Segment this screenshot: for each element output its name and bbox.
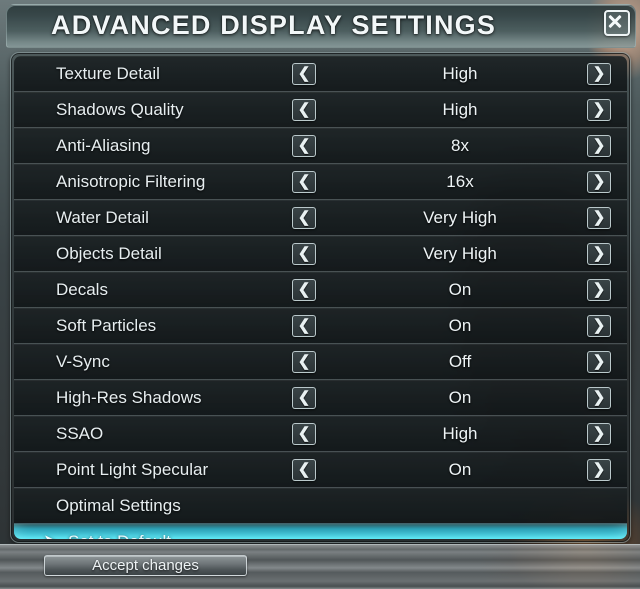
setting-row[interactable]: Soft Particles ❮ On ❯ <box>14 307 627 343</box>
chevron-left-glyph: ❮ <box>297 353 311 370</box>
chevron-right-icon[interactable]: ❯ <box>587 386 611 409</box>
chevron-left-icon[interactable]: ❮ <box>292 314 316 337</box>
chevron-left-glyph: ❮ <box>297 461 311 478</box>
chevron-right-icon[interactable]: ❯ <box>587 278 611 301</box>
setting-row[interactable]: Texture Detail ❮ High ❯ <box>14 56 627 91</box>
setting-label: Water Detail <box>56 207 149 227</box>
settings-panel: Texture Detail ❮ High ❯ Shadows Quality ❮ High… <box>10 52 631 543</box>
setting-row[interactable]: Decals ❮ On ❯ <box>14 271 627 307</box>
setting-row[interactable]: Water Detail ❮ Very High ❯ <box>14 199 627 235</box>
chevron-left-icon[interactable]: ❮ <box>292 62 316 85</box>
setting-label: High-Res Shadows <box>56 387 202 407</box>
chevron-left-icon[interactable]: ❮ <box>292 206 316 229</box>
setting-value: On <box>448 387 472 407</box>
chevron-left-glyph: ❮ <box>297 245 311 262</box>
setting-value: 16x <box>446 171 474 191</box>
setting-value: High <box>442 63 478 83</box>
chevron-right-icon[interactable]: ❯ <box>587 350 611 373</box>
setting-label: Soft Particles <box>56 315 157 335</box>
chevron-right-glyph: ❯ <box>592 281 606 298</box>
chevron-left-icon[interactable]: ❮ <box>292 134 316 157</box>
setting-row[interactable]: Anisotropic Filtering ❮ 16x ❯ <box>14 163 627 199</box>
chevron-left-glyph: ❮ <box>297 101 311 118</box>
game-settings-screen: ADVANCED DISPLAY SETTINGS Texture Detail… <box>0 0 640 589</box>
setting-label: Anti-Aliasing <box>56 135 151 155</box>
setting-row[interactable]: Anti-Aliasing ❮ 8x ❯ <box>14 127 627 163</box>
selection-arrow-icon: ➤ <box>44 533 58 539</box>
setting-label: Shadows Quality <box>56 99 184 119</box>
setting-row[interactable]: Shadows Quality ❮ High ❯ <box>14 91 627 127</box>
chevron-right-icon[interactable]: ❯ <box>587 62 611 85</box>
close-icon[interactable] <box>604 10 630 36</box>
setting-row[interactable]: ➤ Set to Default <box>14 523 627 539</box>
chevron-right-glyph: ❯ <box>592 101 606 118</box>
setting-row[interactable]: V-Sync ❮ Off ❯ <box>14 343 627 379</box>
chevron-left-icon[interactable]: ❮ <box>292 242 316 265</box>
chevron-left-glyph: ❮ <box>297 389 311 406</box>
chevron-right-icon[interactable]: ❯ <box>587 206 611 229</box>
chevron-right-glyph: ❯ <box>592 317 606 334</box>
chevron-right-glyph: ❯ <box>592 209 606 226</box>
chevron-right-icon[interactable]: ❯ <box>587 422 611 445</box>
chevron-right-icon[interactable]: ❯ <box>587 170 611 193</box>
chevron-left-glyph: ❮ <box>297 173 311 190</box>
chevron-left-glyph: ❮ <box>297 281 311 298</box>
chevron-left-icon[interactable]: ❮ <box>292 278 316 301</box>
chevron-right-glyph: ❯ <box>592 425 606 442</box>
chevron-right-icon[interactable]: ❯ <box>587 134 611 157</box>
setting-label: SSAO <box>56 423 104 443</box>
chevron-left-glyph: ❮ <box>297 317 311 334</box>
chevron-right-glyph: ❯ <box>592 137 606 154</box>
setting-value: High <box>442 423 478 443</box>
setting-row[interactable]: SSAO ❮ High ❯ <box>14 415 627 451</box>
setting-row[interactable]: High-Res Shadows ❮ On ❯ <box>14 379 627 415</box>
chevron-right-icon[interactable]: ❯ <box>587 98 611 121</box>
setting-label: Anisotropic Filtering <box>56 171 206 191</box>
setting-row[interactable]: Objects Detail ❮ Very High ❯ <box>14 235 627 271</box>
chevron-left-glyph: ❮ <box>297 65 311 82</box>
setting-value: On <box>448 279 472 299</box>
setting-value: High <box>442 99 478 119</box>
chevron-left-icon[interactable]: ❮ <box>292 170 316 193</box>
chevron-left-icon[interactable]: ❮ <box>292 98 316 121</box>
chevron-right-icon[interactable]: ❯ <box>587 242 611 265</box>
chevron-right-icon[interactable]: ❯ <box>587 314 611 337</box>
setting-label: Point Light Specular <box>56 459 209 479</box>
setting-label: Decals <box>56 279 108 299</box>
chevron-right-glyph: ❯ <box>592 65 606 82</box>
chevron-right-icon[interactable]: ❯ <box>587 458 611 481</box>
chevron-left-icon[interactable]: ❮ <box>292 386 316 409</box>
window-titlebar: ADVANCED DISPLAY SETTINGS <box>6 4 636 48</box>
settings-list: Texture Detail ❮ High ❯ Shadows Quality ❮ High… <box>14 56 627 539</box>
setting-value: On <box>448 315 472 335</box>
setting-label: Set to Default <box>68 532 171 540</box>
chevron-left-glyph: ❮ <box>297 209 311 226</box>
setting-value: Off <box>448 351 472 371</box>
setting-label: Texture Detail <box>56 63 160 83</box>
chevron-right-glyph: ❯ <box>592 353 606 370</box>
setting-label: V-Sync <box>56 351 110 371</box>
setting-row[interactable]: Optimal Settings <box>14 487 627 523</box>
setting-label: Optimal Settings <box>56 495 181 515</box>
chevron-right-glyph: ❯ <box>592 389 606 406</box>
chevron-right-glyph: ❯ <box>592 461 606 478</box>
setting-value: Very High <box>423 207 497 227</box>
setting-value: Very High <box>423 243 497 263</box>
setting-value: 8x <box>451 135 469 155</box>
setting-value: On <box>448 459 472 479</box>
chevron-left-icon[interactable]: ❮ <box>292 422 316 445</box>
accept-changes-label: Accept changes <box>92 557 199 574</box>
footer-bar: Accept changes <box>0 544 640 589</box>
chevron-left-glyph: ❮ <box>297 425 311 442</box>
setting-label: Objects Detail <box>56 243 162 263</box>
chevron-left-icon[interactable]: ❮ <box>292 350 316 373</box>
chevron-right-glyph: ❯ <box>592 245 606 262</box>
accept-changes-button[interactable]: Accept changes <box>44 555 247 576</box>
setting-row[interactable]: Point Light Specular ❮ On ❯ <box>14 451 627 487</box>
page-title: ADVANCED DISPLAY SETTINGS <box>51 10 497 40</box>
chevron-left-glyph: ❮ <box>297 137 311 154</box>
chevron-right-glyph: ❯ <box>592 173 606 190</box>
chevron-left-icon[interactable]: ❮ <box>292 458 316 481</box>
